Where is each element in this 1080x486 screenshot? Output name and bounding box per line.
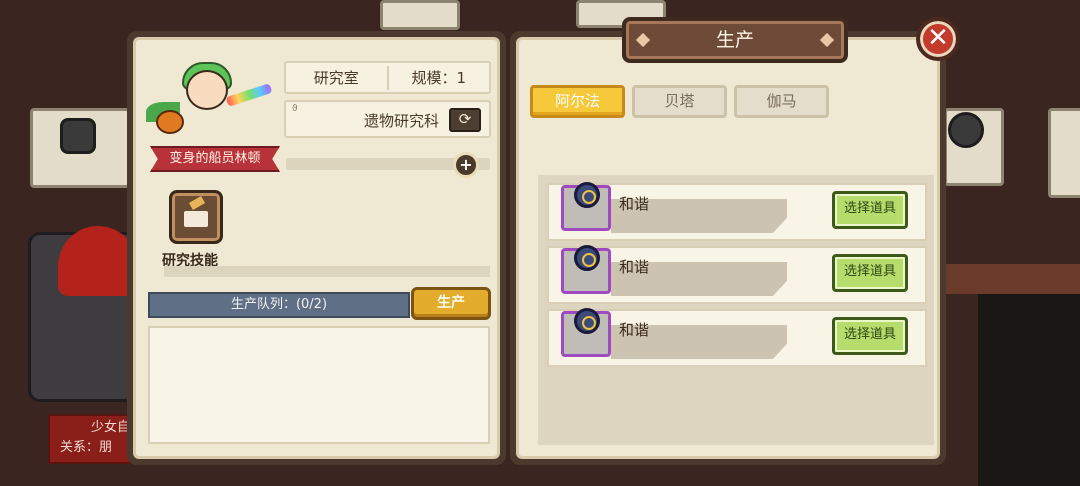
skill-track bbox=[164, 266, 490, 277]
room-tile bbox=[1048, 108, 1080, 198]
select-item-button[interactable]: 选择道具 bbox=[832, 254, 908, 292]
sparkle-icon: ϑ bbox=[292, 104, 298, 114]
production-panel-body: 阿尔法 贝塔 伽马 和谐 选择道具 和谐 选择道具 和谐 选择道具 bbox=[516, 37, 940, 459]
character-name-text: 少女自 bbox=[90, 420, 130, 435]
add-crew-button[interactable]: + bbox=[453, 152, 479, 178]
room-info-box: 研究室 规模：1 bbox=[284, 61, 491, 94]
crew-portrait[interactable] bbox=[142, 46, 273, 156]
list-item: 和谐 选择道具 bbox=[547, 245, 927, 304]
pumpkin-icon bbox=[156, 110, 184, 134]
room-tile bbox=[380, 0, 460, 30]
item-name: 和谐 bbox=[619, 321, 650, 339]
produce-button[interactable]: 生产 bbox=[411, 287, 491, 320]
rainbow-wand-icon bbox=[225, 83, 273, 107]
list-item: 和谐 选择道具 bbox=[547, 182, 927, 241]
item-list: 和谐 选择道具 和谐 选择道具 和谐 选择道具 bbox=[538, 175, 934, 445]
select-item-button[interactable]: 选择道具 bbox=[832, 191, 908, 229]
brick-wall bbox=[944, 264, 1080, 294]
crew-name-ribbon: 变身的船员林顿 bbox=[150, 146, 280, 172]
research-room-panel-body: 变身的船员林顿 研究室 规模：1 ϑ 遗物研究科 ⟳ + 研究技能 生产队列：(… bbox=[133, 37, 500, 459]
portrait-head bbox=[186, 70, 228, 110]
item-icon bbox=[561, 182, 611, 231]
plus-icon: + bbox=[459, 155, 473, 174]
anvil-icon bbox=[184, 211, 208, 227]
production-panel: 阿尔法 贝塔 伽马 和谐 选择道具 和谐 选择道具 和谐 选择道具 bbox=[510, 31, 946, 465]
tab-alpha[interactable]: 阿尔法 bbox=[530, 85, 625, 118]
character-nameplate: 少女自 关系：朋 bbox=[48, 414, 138, 464]
research-room-panel: 变身的船员林顿 研究室 规模：1 ϑ 遗物研究科 ⟳ + 研究技能 生产队列：(… bbox=[127, 31, 506, 465]
panel-title: 生产 bbox=[622, 17, 848, 63]
refresh-icon: ⟳ bbox=[458, 110, 472, 128]
background-character bbox=[60, 118, 96, 154]
department-label: 遗物研究科 bbox=[363, 112, 439, 130]
item-icon bbox=[561, 245, 611, 294]
tab-gamma[interactable]: 伽马 bbox=[734, 85, 829, 118]
refresh-button[interactable]: ⟳ bbox=[449, 108, 481, 132]
dark-doorway bbox=[978, 294, 1080, 486]
harmony-orb-icon bbox=[574, 182, 600, 208]
harmony-orb-icon bbox=[574, 245, 600, 271]
select-item-button[interactable]: 选择道具 bbox=[832, 317, 908, 355]
close-button[interactable]: ✕ bbox=[916, 17, 960, 61]
room-label: 研究室 bbox=[313, 69, 359, 87]
diamond-ornament bbox=[635, 32, 651, 48]
panel-title-text: 生产 bbox=[715, 29, 754, 51]
harmony-orb-icon bbox=[574, 308, 600, 334]
hammer-icon bbox=[188, 196, 206, 210]
department-box: ϑ 遗物研究科 ⟳ bbox=[284, 100, 491, 138]
item-name: 和谐 bbox=[619, 258, 650, 276]
item-icon bbox=[561, 308, 611, 357]
red-hair-character bbox=[58, 226, 138, 296]
list-item: 和谐 选择道具 bbox=[547, 308, 927, 367]
item-name: 和谐 bbox=[619, 195, 650, 213]
tab-beta[interactable]: 贝塔 bbox=[632, 85, 727, 118]
room-scale: 规模：1 bbox=[411, 69, 467, 87]
research-skill-icon[interactable] bbox=[169, 190, 223, 244]
diamond-ornament bbox=[819, 32, 835, 48]
production-queue-area bbox=[148, 326, 490, 444]
character-relation-text: 关系：朋 bbox=[60, 440, 113, 455]
close-icon: ✕ bbox=[927, 23, 949, 53]
spiked-mine-icon bbox=[948, 112, 984, 148]
production-queue-bar: 生产队列：(0/2) bbox=[148, 292, 410, 318]
